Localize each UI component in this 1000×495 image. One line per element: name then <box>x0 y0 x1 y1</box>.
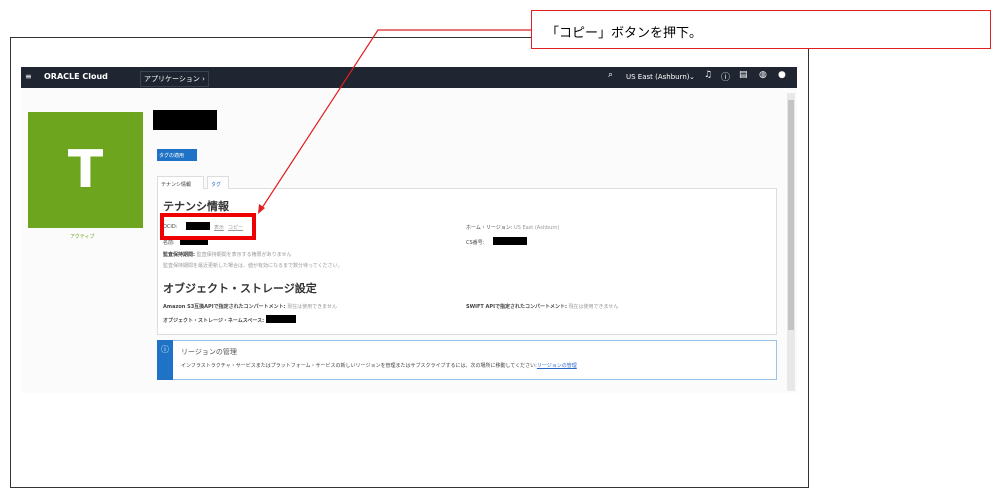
arrow-line <box>259 29 531 212</box>
callout-arrow <box>258 29 531 214</box>
